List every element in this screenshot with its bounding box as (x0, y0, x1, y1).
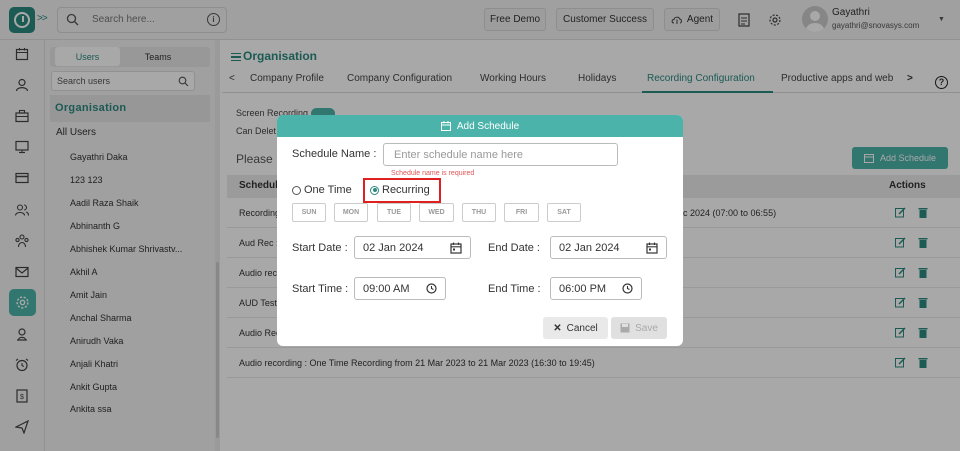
day-toggle-wed[interactable]: WED (419, 203, 454, 222)
schedule-name-error: Schedule name is required (391, 170, 475, 177)
end-date-value: 02 Jan 2024 (559, 242, 620, 254)
clock-icon[interactable] (622, 283, 633, 294)
day-toggle-fri[interactable]: FRI (504, 203, 539, 222)
end-time-label: End Time : (488, 283, 541, 295)
end-date-label: End Date : (488, 242, 540, 254)
end-time-value: 06:00 PM (559, 283, 607, 295)
one-time-label: One Time (304, 184, 352, 196)
end-time-picker[interactable]: 06:00 PM (550, 277, 642, 300)
cancel-label: Cancel (566, 322, 598, 334)
clock-icon[interactable] (426, 283, 437, 294)
schedule-name-input[interactable] (384, 144, 617, 165)
start-date-value: 02 Jan 2024 (363, 242, 424, 254)
calendar-icon[interactable] (450, 242, 462, 254)
calendar-icon (440, 121, 451, 131)
day-toggle-sat[interactable]: SAT (547, 203, 581, 222)
add-schedule-dialog: Add Schedule Schedule Name : Schedule na… (277, 115, 683, 346)
highlight-box (363, 178, 441, 203)
day-toggle-tue[interactable]: TUE (377, 203, 411, 222)
dialog-title: Add Schedule (456, 120, 520, 132)
start-time-value: 09:00 AM (363, 283, 410, 295)
start-time-label: Start Time : (292, 283, 349, 295)
one-time-radio[interactable]: One Time (292, 184, 352, 196)
start-time-picker[interactable]: 09:00 AM (354, 277, 446, 300)
calendar-icon[interactable] (646, 242, 658, 254)
start-date-label: Start Date : (292, 242, 348, 254)
cancel-button[interactable]: ✕ Cancel (543, 317, 608, 339)
close-icon: ✕ (553, 322, 562, 334)
schedule-name-label: Schedule Name : (292, 148, 377, 160)
radio-circle-icon (292, 185, 301, 195)
start-date-picker[interactable]: 02 Jan 2024 (354, 236, 471, 259)
schedule-name-field[interactable] (383, 143, 618, 166)
save-icon (620, 323, 630, 333)
dialog-header: Add Schedule (277, 115, 683, 137)
day-toggle-thu[interactable]: THU (462, 203, 496, 222)
day-toggle-sun[interactable]: SUN (292, 203, 326, 222)
save-button[interactable]: Save (611, 317, 667, 339)
end-date-picker[interactable]: 02 Jan 2024 (550, 236, 667, 259)
day-toggle-mon[interactable]: MON (334, 203, 368, 222)
save-label: Save (635, 322, 658, 334)
